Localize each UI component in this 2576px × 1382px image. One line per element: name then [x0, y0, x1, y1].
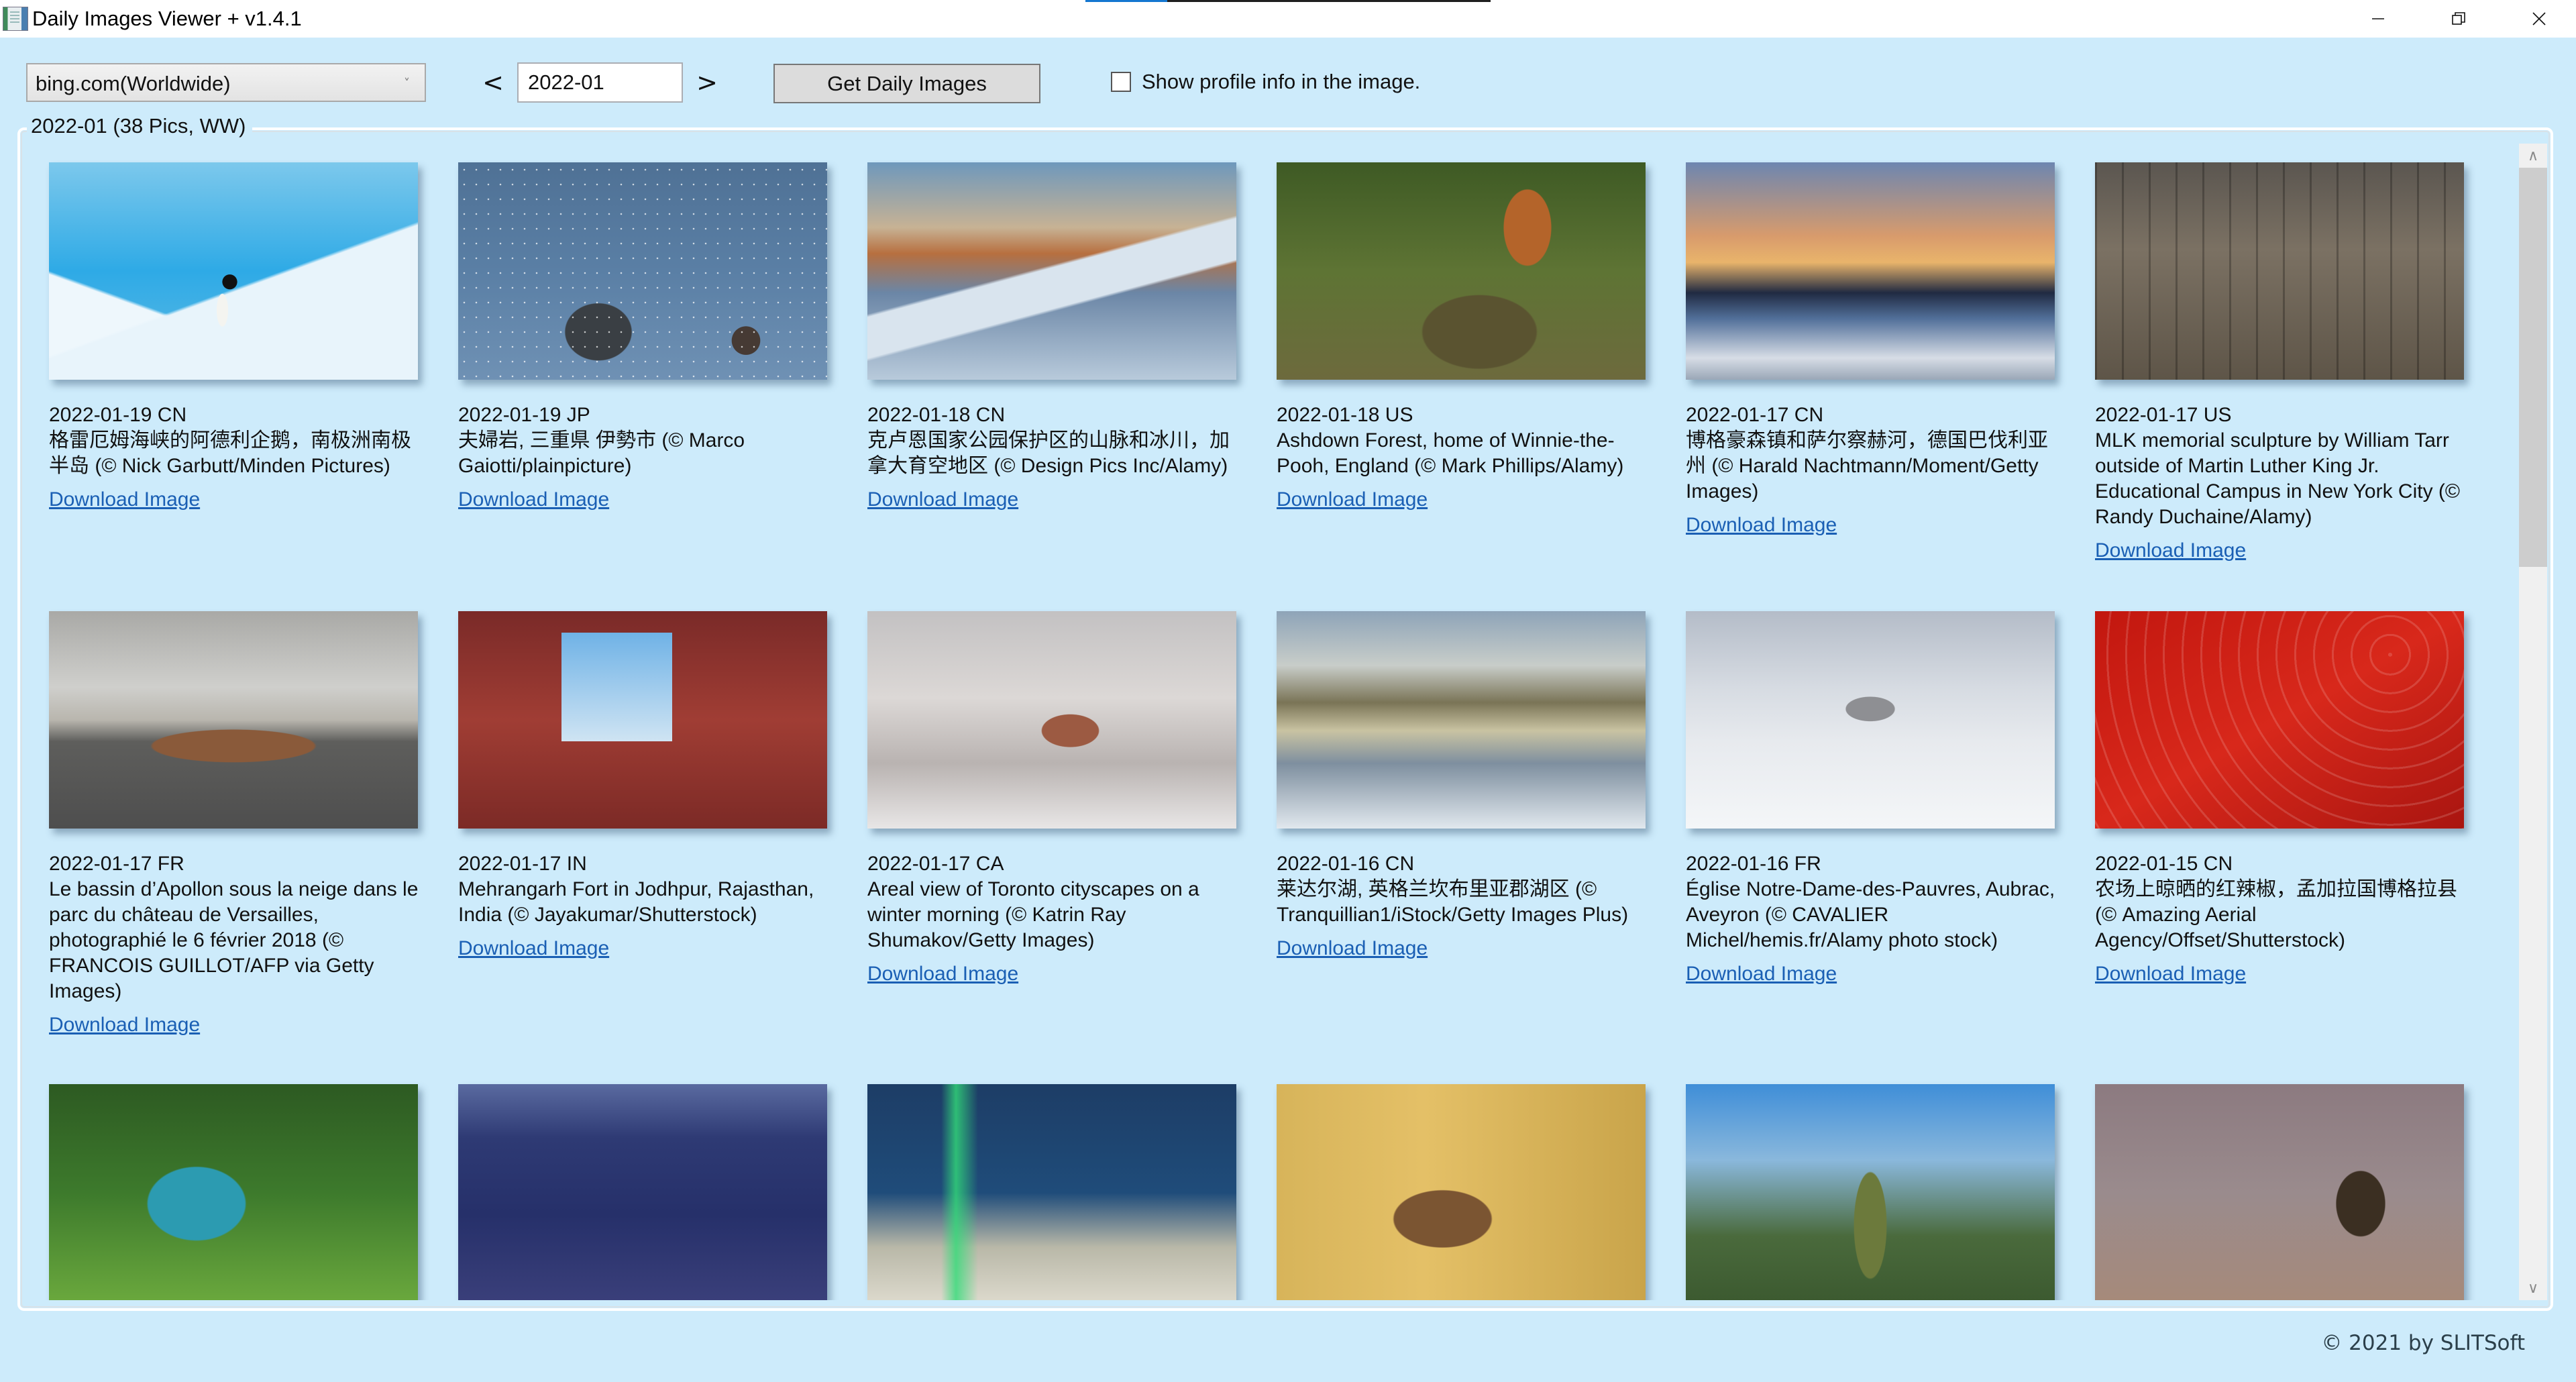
image-caption: 2022-01-15 CN 农场上晾晒的红辣椒，孟加拉国博格拉县 (© Amazi…: [2095, 851, 2471, 987]
image-date-market: 2022-01-17 CN: [1686, 404, 1824, 426]
snap-indicator: [1085, 0, 1491, 2]
image-date-market: 2022-01-17 FR: [49, 853, 184, 875]
image-date-market: 2022-01-17 US: [2095, 404, 2232, 426]
scroll-down-button[interactable]: ∨: [2519, 1276, 2547, 1300]
image-description: 夫婦岩, 三重県 伊勢市 (© Marco Gaiotti/plainpictu…: [458, 429, 745, 477]
image-thumbnail[interactable]: [2095, 162, 2464, 380]
download-image-link[interactable]: Download Image: [867, 961, 1018, 987]
image-caption: 2022-01-17 FR Le bassin d’Apollon sous la…: [49, 851, 425, 1038]
copyright-footer: © 2021 by SLITSoft: [2321, 1331, 2525, 1355]
minimize-button[interactable]: [2338, 0, 2418, 38]
image-caption: 2022-01-17 CA Areal view of Toronto citys…: [867, 851, 1243, 987]
image-thumbnail[interactable]: [1686, 162, 2055, 380]
download-image-link[interactable]: Download Image: [49, 487, 200, 513]
download-image-link[interactable]: Download Image: [2095, 538, 2246, 564]
image-caption: 2022-01-17 CN 博格豪森镇和萨尔察赫河，德国巴伐利亚州 (© Hara…: [1686, 403, 2061, 538]
image-date-market: 2022-01-19 JP: [458, 404, 590, 426]
month-input[interactable]: [517, 62, 683, 103]
download-image-link[interactable]: Download Image: [1686, 513, 1837, 538]
chevron-down-icon: ˅: [404, 76, 410, 91]
image-date-market: 2022-01-19 CN: [49, 404, 187, 426]
close-icon: [2532, 12, 2546, 25]
image-date-market: 2022-01-16 CN: [1277, 853, 1415, 875]
show-profile-label[interactable]: Show profile info in the image.: [1142, 68, 1420, 95]
image-description: Église Notre-Dame-des-Pauvres, Aubrac, A…: [1686, 878, 2055, 951]
image-date-market: 2022-01-17 IN: [458, 853, 587, 875]
download-image-link[interactable]: Download Image: [458, 936, 609, 961]
vertical-scrollbar[interactable]: ∧ ∨: [2519, 144, 2547, 1300]
image-thumbnail[interactable]: [49, 1084, 418, 1300]
prev-month-button[interactable]: <: [480, 66, 506, 99]
close-button[interactable]: [2499, 0, 2576, 38]
image-thumbnail[interactable]: [1686, 611, 2055, 829]
image-description: 农场上晾晒的红辣椒，孟加拉国博格拉县 (© Amazing Aerial Age…: [2095, 878, 2457, 951]
gallery-viewport: 2022-01-19 CN 格雷厄姆海峡的阿德利企鹅，南极洲南极半岛 (© Nic…: [27, 144, 2517, 1300]
title-bar: Daily Images Viewer + v1.4.1: [0, 0, 2576, 38]
image-caption: 2022-01-17 US MLK memorial sculpture by W…: [2095, 403, 2471, 564]
image-description: Le bassin d’Apollon sous la neige dans l…: [49, 878, 419, 1002]
image-caption: 2022-01-17 IN Mehrangarh Fort in Jodhpur,…: [458, 851, 834, 961]
image-caption: 2022-01-18 US Ashdown Forest, home of Win…: [1277, 403, 1652, 513]
chevron-up-icon: ∧: [2527, 147, 2539, 164]
source-select[interactable]: bing.com(Worldwide) ˅: [26, 63, 426, 102]
image-description: 格雷厄姆海峡的阿德利企鹅，南极洲南极半岛 (© Nick Garbutt/Min…: [49, 429, 411, 477]
image-thumbnail[interactable]: [867, 162, 1236, 380]
image-description: Areal view of Toronto cityscapes on a wi…: [867, 878, 1199, 951]
image-thumbnail[interactable]: [2095, 611, 2464, 829]
window-title: Daily Images Viewer + v1.4.1: [32, 7, 302, 30]
image-thumbnail[interactable]: [1277, 611, 1646, 829]
restore-icon: [2452, 12, 2465, 25]
download-image-link[interactable]: Download Image: [1686, 961, 1837, 987]
image-date-market: 2022-01-17 CA: [867, 853, 1004, 875]
image-thumbnail[interactable]: [49, 611, 418, 829]
download-image-link[interactable]: Download Image: [49, 1012, 200, 1038]
download-image-link[interactable]: Download Image: [867, 487, 1018, 513]
image-thumbnail[interactable]: [867, 611, 1236, 829]
image-thumbnail[interactable]: [458, 611, 827, 829]
scroll-up-button[interactable]: ∧: [2519, 144, 2547, 168]
chevron-down-icon: ∨: [2527, 1279, 2539, 1297]
image-thumbnail[interactable]: [1277, 1084, 1646, 1300]
image-thumbnail[interactable]: [49, 162, 418, 380]
next-month-button[interactable]: >: [694, 66, 720, 99]
image-thumbnail[interactable]: [2095, 1084, 2464, 1300]
scrollbar-thumb[interactable]: [2519, 168, 2547, 567]
download-image-link[interactable]: Download Image: [458, 487, 609, 513]
image-description: 莱达尔湖, 英格兰坎布里亚郡湖区 (© Tranquillian1/iStock…: [1277, 878, 1629, 926]
gallery-legend: 2022-01 (38 Pics, WW): [27, 113, 253, 140]
image-date-market: 2022-01-18 US: [1277, 404, 1413, 426]
image-description: 博格豪森镇和萨尔察赫河，德国巴伐利亚州 (© Harald Nachtmann/…: [1686, 429, 2048, 502]
image-caption: 2022-01-19 CN 格雷厄姆海峡的阿德利企鹅，南极洲南极半岛 (© Nic…: [49, 403, 425, 513]
image-thumbnail[interactable]: [458, 1084, 827, 1300]
image-date-market: 2022-01-15 CN: [2095, 853, 2233, 875]
source-select-value: bing.com(Worldwide): [36, 72, 231, 95]
image-description: Ashdown Forest, home of Winnie-the-Pooh,…: [1277, 429, 1624, 477]
app-icon: [3, 7, 28, 31]
download-image-link[interactable]: Download Image: [2095, 961, 2246, 987]
image-date-market: 2022-01-16 FR: [1686, 853, 1821, 875]
image-thumbnail[interactable]: [1686, 1084, 2055, 1300]
image-date-market: 2022-01-18 CN: [867, 404, 1006, 426]
image-description: MLK memorial sculpture by William Tarr o…: [2095, 429, 2461, 528]
snap-indicator-active: [1085, 0, 1167, 2]
image-thumbnail[interactable]: [1277, 162, 1646, 380]
download-image-link[interactable]: Download Image: [1277, 936, 1428, 961]
image-caption: 2022-01-16 CN 莱达尔湖, 英格兰坎布里亚郡湖区 (© Tranqui…: [1277, 851, 1652, 961]
show-profile-checkbox[interactable]: [1111, 72, 1131, 92]
image-caption: 2022-01-18 CN 克卢恩国家公园保护区的山脉和冰川，加拿大育空地区 (©…: [867, 403, 1243, 513]
image-thumbnail[interactable]: [867, 1084, 1236, 1300]
get-daily-images-button[interactable]: Get Daily Images: [773, 64, 1040, 103]
image-caption: 2022-01-16 FR Église Notre-Dame-des-Pauvr…: [1686, 851, 2061, 987]
image-description: Mehrangarh Fort in Jodhpur, Rajasthan, I…: [458, 878, 814, 926]
minimize-icon: [2372, 18, 2384, 19]
image-thumbnail[interactable]: [458, 162, 827, 380]
image-description: 克卢恩国家公园保护区的山脉和冰川，加拿大育空地区 (© Design Pics …: [867, 429, 1230, 477]
download-image-link[interactable]: Download Image: [1277, 487, 1428, 513]
restore-button[interactable]: [2418, 0, 2499, 38]
image-caption: 2022-01-19 JP 夫婦岩, 三重県 伊勢市 (© Marco Gaiot…: [458, 403, 834, 513]
